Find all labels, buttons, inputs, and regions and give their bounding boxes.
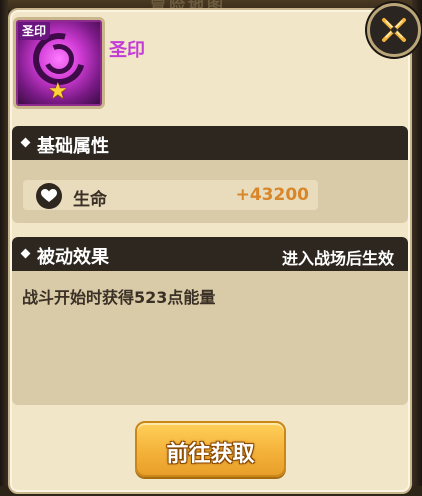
passive-effect-header: 被动效果 进入战场后生效	[12, 237, 408, 271]
go-obtain-label: 前往获取	[166, 442, 255, 467]
background-right-edge	[412, 0, 422, 496]
passive-effect-condition: 进入战场后生效	[281, 249, 394, 268]
basic-attributes-title: 基础属性	[37, 136, 109, 157]
close-button[interactable]	[367, 3, 421, 57]
item-icon-frame: 圣印 ★	[13, 17, 105, 109]
star-icon: ★	[48, 79, 68, 104]
attribute-value: +43200	[235, 185, 309, 205]
item-type-tag: 圣印	[18, 22, 51, 40]
heart-icon	[36, 183, 62, 209]
go-obtain-button[interactable]: 前往获取	[135, 421, 286, 477]
background-left-edge	[0, 0, 8, 496]
basic-attributes-header: 基础属性	[12, 126, 408, 160]
passive-effect-description: 战斗开始时获得523点能量	[22, 288, 216, 307]
item-name: 圣印	[109, 40, 145, 61]
diamond-bullet-icon	[20, 137, 31, 148]
crossed-swords-icon	[382, 18, 406, 42]
diamond-bullet-icon	[20, 248, 31, 259]
attribute-row-hp: 生命 +43200	[23, 180, 318, 210]
attribute-label: 生命	[73, 190, 107, 210]
passive-effect-title: 被动效果	[37, 247, 109, 268]
